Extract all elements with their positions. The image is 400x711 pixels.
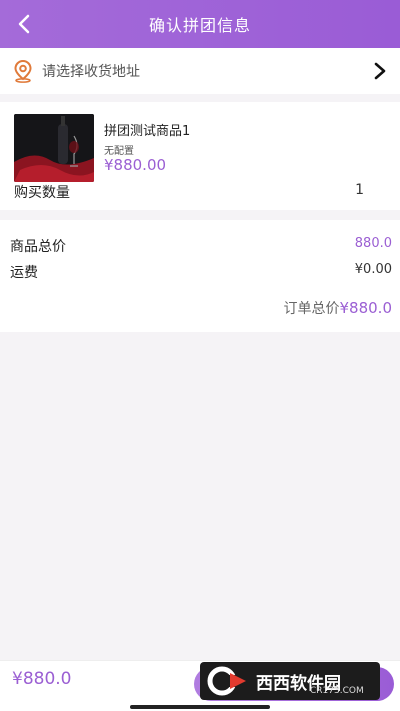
product-price: ¥880.00 [104,156,167,174]
product-spec: 无配置 [104,146,134,157]
shipping-value: ¥0.00 [354,262,392,277]
chevron-right-icon [374,62,386,80]
watermark-url: CR173.COM [310,686,364,696]
address-placeholder: 请选择收货地址 [42,64,140,80]
bottom-total-price: ¥880.0 [12,669,72,689]
shipping-label: 运费 [10,265,38,281]
back-button[interactable] [8,8,40,40]
order-total-value: ¥880.0 [339,299,393,317]
goods-total-value: 880.0 [354,236,392,251]
address-selector[interactable]: 请选择收货地址 [0,48,400,94]
watermark-logo: 西西软件园 CR173.COM [200,662,380,700]
brand-logo-icon [207,666,246,696]
order-summary: 商品总价 880.0 运费 ¥0.00 订单总价 ¥880.0 [0,220,400,332]
header-bar: 确认拼团信息 [0,0,400,48]
product-card: 拼团测试商品1 无配置 ¥880.00 购买数量 1 [0,102,400,210]
quantity-label: 购买数量 [14,185,70,201]
home-indicator [130,705,270,709]
goods-total-label: 商品总价 [10,239,66,255]
page-title: 确认拼团信息 [148,16,251,35]
order-total: 订单总价 ¥880.0 [284,298,393,318]
chevron-left-icon [18,14,30,34]
order-total-label: 订单总价 [283,301,340,317]
location-pin-icon [14,59,32,83]
product-image[interactable] [14,114,94,182]
product-name: 拼团测试商品1 [104,124,191,139]
quantity-value: 1 [355,182,364,198]
